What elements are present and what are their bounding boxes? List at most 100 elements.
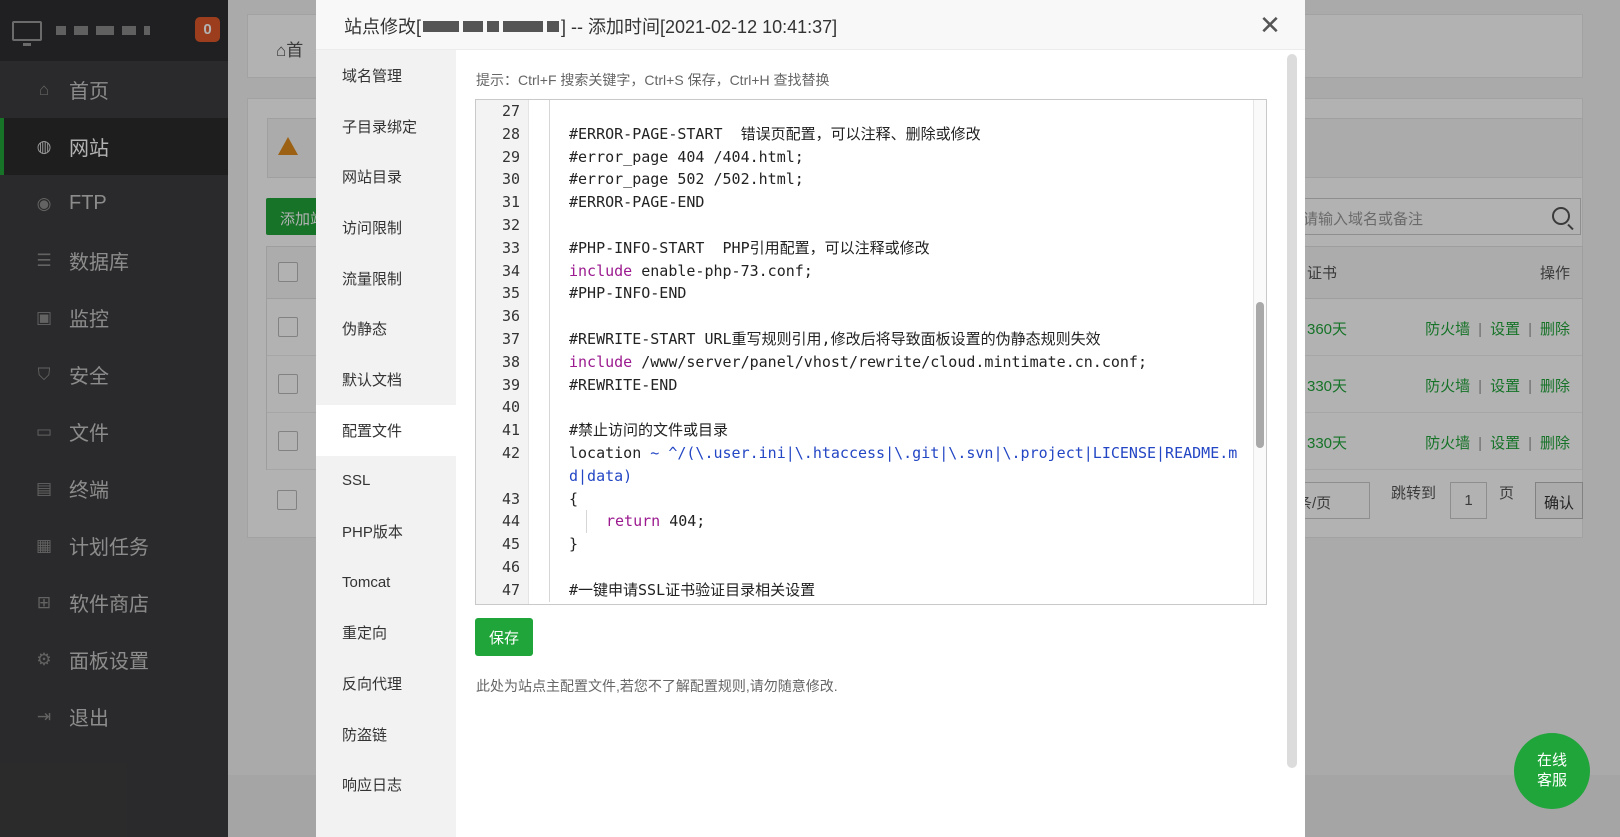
tab-ssl[interactable]: SSL xyxy=(316,456,456,507)
tab-config-file[interactable]: 配置文件 xyxy=(316,404,456,456)
code-text: #禁止访问的文件或目录 xyxy=(569,421,729,440)
modal-title: 站点修改[ ] -- 添加时间[2021-02-12 10:41:37] xyxy=(344,13,837,39)
code-line: 46 xyxy=(476,555,1246,579)
keyword: return xyxy=(606,512,661,531)
code-line: 35 #PHP-INFO-END xyxy=(476,282,1246,306)
line-number: 34 xyxy=(501,261,520,280)
site-edit-modal: 站点修改[ ] -- 添加时间[2021-02-12 10:41:37] ✕ 域… xyxy=(316,0,1305,837)
title-suffix: ] -- 添加时间[2021-02-12 10:41:37] xyxy=(561,17,838,37)
code-rest: 404; xyxy=(660,512,706,531)
code-line: 27 xyxy=(476,100,1246,123)
line-number: 40 xyxy=(501,398,520,417)
code-text: #ERROR-PAGE-START 错误页配置，可以注释、删除或修改 xyxy=(569,124,981,143)
code-text: { xyxy=(569,489,579,508)
title-prefix: 站点修改[ xyxy=(344,17,422,37)
line-number: 45 xyxy=(501,535,520,554)
line-number: 28 xyxy=(501,124,520,143)
code-line: 45} xyxy=(476,533,1246,556)
code-line: 31 #ERROR-PAGE-END xyxy=(476,191,1246,214)
code-text: return 404; xyxy=(606,510,1246,533)
code-plain: location xyxy=(569,443,651,462)
line-number: 33 xyxy=(501,238,520,257)
line-number: 36 xyxy=(501,307,520,326)
code-line: 29 #error_page 404 /404.html; xyxy=(476,145,1246,169)
line-number: 30 xyxy=(501,170,520,189)
tab-reverse-proxy[interactable]: 反向代理 xyxy=(316,658,456,709)
line-number: 44 xyxy=(501,512,520,531)
code-text: #REWRITE-END xyxy=(569,375,678,394)
line-number: 29 xyxy=(501,147,520,166)
code-text: #PHP-INFO-END xyxy=(569,284,687,303)
code-line: 32 xyxy=(476,213,1246,237)
code-text: #REWRITE-START URL重写规则引用,修改后将导致面板设置的伪静态规… xyxy=(569,329,1101,348)
code-editor[interactable]: 27 28 #ERROR-PAGE-START 错误页配置，可以注释、删除或修改 … xyxy=(475,99,1267,605)
code-line: 28 #ERROR-PAGE-START 错误页配置，可以注释、删除或修改 xyxy=(476,122,1246,146)
tab-php-version[interactable]: PHP版本 xyxy=(316,506,456,557)
close-icon[interactable]: ✕ xyxy=(1257,10,1283,40)
line-number: 47 xyxy=(501,580,520,599)
code-text: #PHP-INFO-START PHP引用配置，可以注释或修改 xyxy=(569,238,930,257)
support-label: 在线 客服 xyxy=(1536,752,1567,789)
line-number: 31 xyxy=(501,193,520,212)
tab-traffic-limit[interactable]: 流量限制 xyxy=(316,253,456,304)
code-text: } xyxy=(569,535,579,554)
line-number: 42 xyxy=(501,443,520,462)
code-line: 41 #禁止访问的文件或目录 xyxy=(476,419,1246,442)
line-number: 41 xyxy=(501,421,520,440)
code-text: #error_page 502 /502.html; xyxy=(569,170,804,189)
code-line: 47 #一键申请SSL证书验证目录相关设置 xyxy=(476,578,1246,602)
config-file-panel: 提示：Ctrl+F 搜索关键字，Ctrl+S 保存，Ctrl+H 查找替换 27… xyxy=(456,50,1305,837)
editor-tip: 提示：Ctrl+F 搜索关键字，Ctrl+S 保存，Ctrl+H 查找替换 xyxy=(476,72,830,88)
modal-tabs: 域名管理 子目录绑定 网站目录 访问限制 流量限制 伪静态 默认文档 配置文件 … xyxy=(316,50,456,837)
tab-site-directory[interactable]: 网站目录 xyxy=(316,151,456,202)
tab-tomcat[interactable]: Tomcat xyxy=(316,557,456,608)
line-number: 37 xyxy=(501,329,520,348)
tab-access-limit[interactable]: 访问限制 xyxy=(316,202,456,253)
code-line: 30 #error_page 502 /502.html; xyxy=(476,168,1246,192)
tab-subdirectory-binding[interactable]: 子目录绑定 xyxy=(316,101,456,152)
code-text: include enable-php-73.conf; xyxy=(569,260,1246,283)
code-line: 44 return 404; xyxy=(476,510,1246,534)
code-text: #ERROR-PAGE-END xyxy=(569,193,705,212)
tab-rewrite[interactable]: 伪静态 xyxy=(316,303,456,354)
keyword: include xyxy=(569,261,633,280)
tab-hotlink-protection[interactable]: 防盗链 xyxy=(316,709,456,760)
code-text: #一键申请SSL证书验证目录相关设置 xyxy=(569,580,816,599)
save-button[interactable]: 保存 xyxy=(475,618,533,656)
config-warning-note: 此处为站点主配置文件,若您不了解配置规则,请勿随意修改. xyxy=(476,678,838,694)
code-lines: 27 28 #ERROR-PAGE-START 错误页配置，可以注释、删除或修改 … xyxy=(476,100,1246,602)
modal-header: 站点修改[ ] -- 添加时间[2021-02-12 10:41:37] ✕ xyxy=(316,0,1305,50)
editor-scrollbar-thumb[interactable] xyxy=(1256,302,1264,448)
code-text: #error_page 404 /404.html; xyxy=(569,147,804,166)
code-line: 40 xyxy=(476,396,1246,420)
code-line: 42 location ~ ^/(\.user.ini|\.htaccess|\.… xyxy=(476,441,1246,488)
tab-domain-management[interactable]: 域名管理 xyxy=(316,50,456,101)
code-rest: /www/server/panel/vhost/rewrite/cloud.mi… xyxy=(632,352,1147,371)
code-line: 39 #REWRITE-END xyxy=(476,373,1246,397)
modal-scrollbar[interactable] xyxy=(1287,54,1297,768)
tab-redirect[interactable]: 重定向 xyxy=(316,608,456,659)
code-text: location ~ ^/(\.user.ini|\.htaccess|\.gi… xyxy=(569,442,1246,488)
code-line: 43 { xyxy=(476,487,1246,511)
line-number: 32 xyxy=(501,215,520,234)
online-support-button[interactable]: 在线 客服 xyxy=(1514,733,1590,809)
line-number: 35 xyxy=(501,284,520,303)
line-number: 38 xyxy=(501,352,520,371)
line-number: 27 xyxy=(501,102,520,120)
redacted-domain xyxy=(423,20,560,32)
tab-response-log[interactable]: 响应日志 xyxy=(316,760,456,811)
tab-default-document[interactable]: 默认文档 xyxy=(316,354,456,405)
code-regex: ~ ^/(\.user.ini|\.htaccess|\.git|\.svn|\… xyxy=(569,443,1238,485)
code-rest: enable-php-73.conf; xyxy=(632,261,813,280)
line-number: 39 xyxy=(501,375,520,394)
code-line: 33 #PHP-INFO-START PHP引用配置，可以注释或修改 xyxy=(476,236,1246,260)
code-line: 37 #REWRITE-START URL重写规则引用,修改后将导致面板设置的伪静… xyxy=(476,327,1246,351)
line-number: 43 xyxy=(501,489,520,508)
keyword: include xyxy=(569,352,633,371)
editor-scrollbar[interactable] xyxy=(1253,100,1266,604)
code-text: include /www/server/panel/vhost/rewrite/… xyxy=(569,351,1246,374)
line-number: 46 xyxy=(501,557,520,576)
code-line: 38 include /www/server/panel/vhost/rewrit… xyxy=(476,350,1246,374)
code-line: 36 xyxy=(476,305,1246,328)
code-line: 34 include enable-php-73.conf; xyxy=(476,259,1246,283)
